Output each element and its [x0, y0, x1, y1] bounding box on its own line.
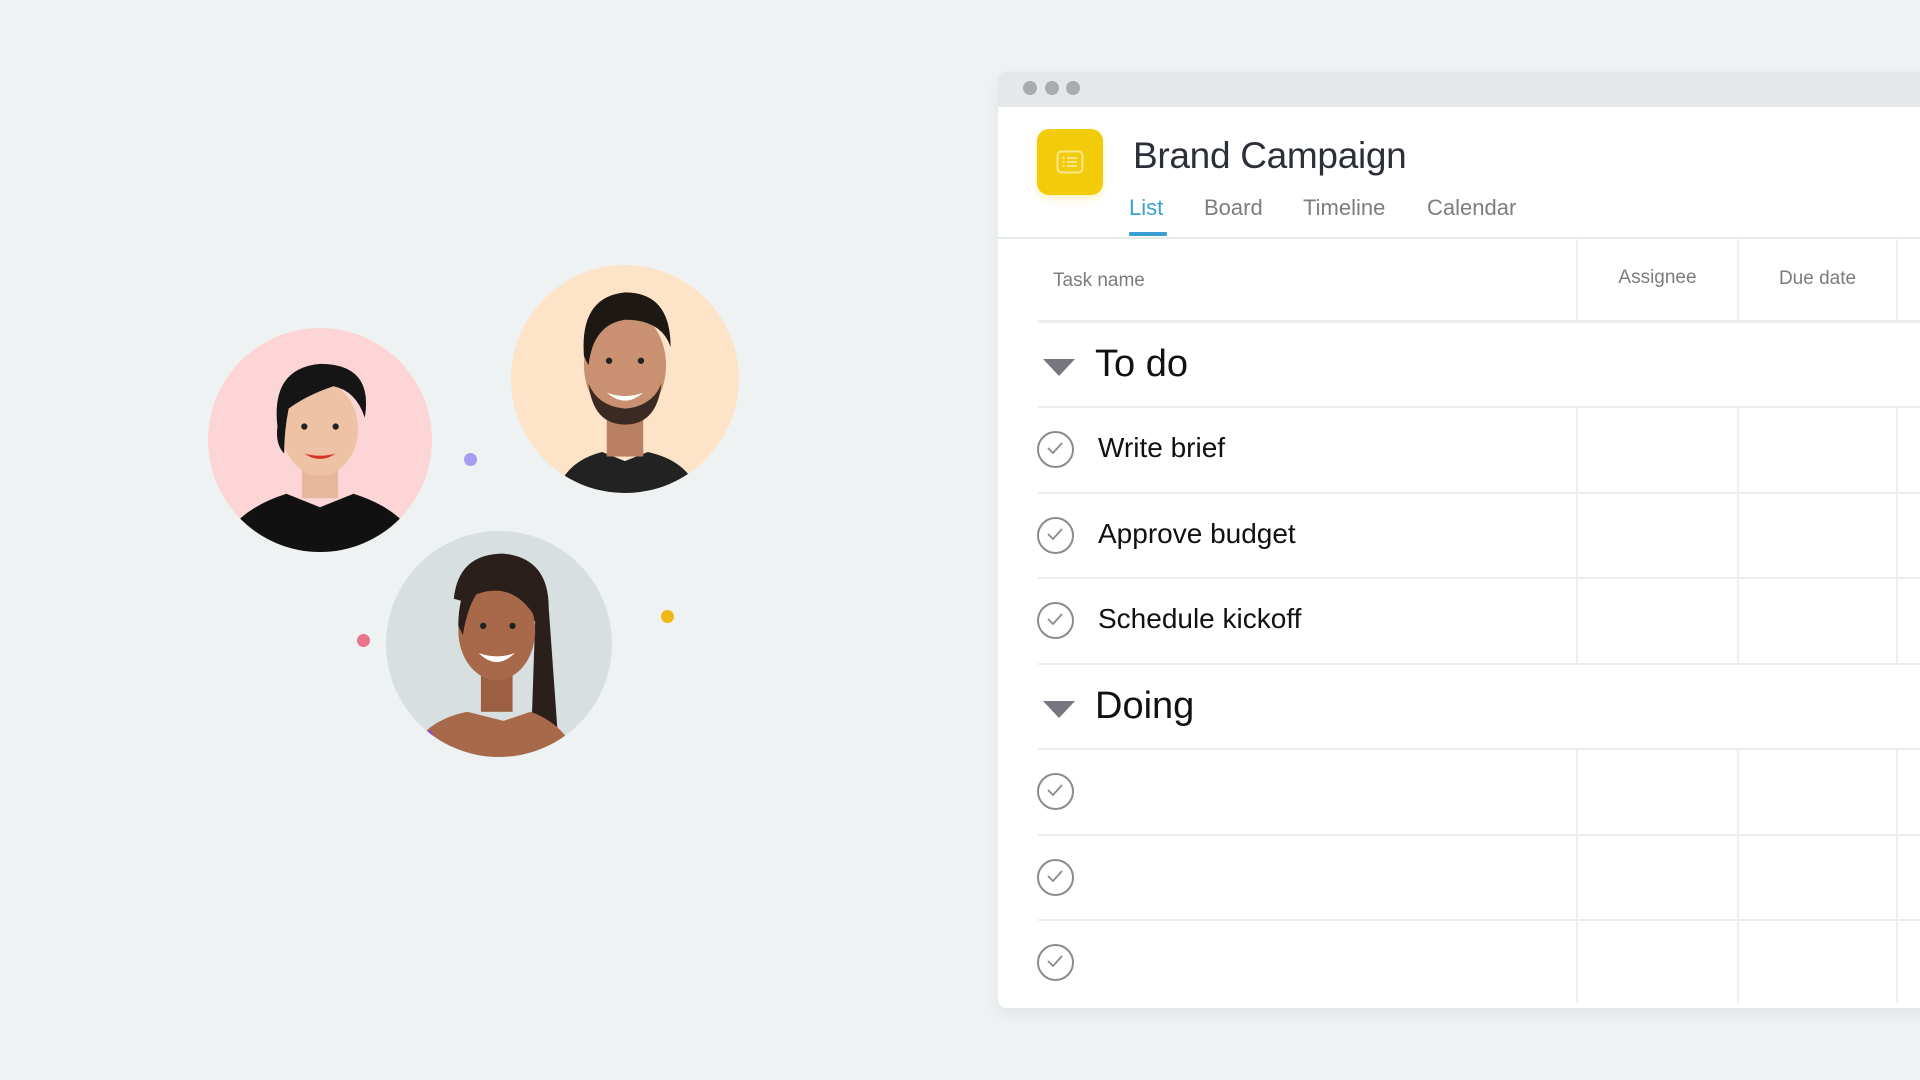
- list-icon: [1056, 150, 1084, 174]
- column-divider: [1737, 749, 1739, 1003]
- task-name[interactable]: Schedule kickoff: [1098, 603, 1301, 635]
- avatar-man-beard: [511, 265, 739, 493]
- person-portrait-icon: [511, 265, 739, 493]
- project-icon: [1037, 129, 1103, 195]
- task-name[interactable]: Write brief: [1098, 432, 1225, 464]
- pink-dot: [357, 634, 370, 647]
- column-divider: [1737, 407, 1739, 663]
- complete-checkbox[interactable]: [1037, 517, 1074, 554]
- column-divider: [1576, 407, 1578, 663]
- project-title: Brand Campaign: [1133, 135, 1407, 176]
- person-portrait-icon: [208, 328, 432, 552]
- task-row[interactable]: [998, 835, 1920, 920]
- complete-checkbox[interactable]: [1037, 431, 1074, 468]
- complete-checkbox[interactable]: [1037, 602, 1074, 639]
- tab-list[interactable]: List: [1129, 195, 1163, 221]
- complete-checkbox[interactable]: [1037, 859, 1074, 896]
- section-header: Doing: [998, 664, 1920, 749]
- task-row[interactable]: Schedule kickoff: [998, 578, 1920, 663]
- section-header: To do: [998, 322, 1920, 407]
- window-control-dot[interactable]: [1023, 81, 1037, 95]
- column-header-task-name[interactable]: Task name: [1053, 270, 1145, 292]
- section-title: To do: [1095, 343, 1188, 385]
- window-control-dot[interactable]: [1066, 81, 1080, 95]
- column-header-due-date[interactable]: Due date: [1739, 268, 1896, 290]
- window-control-dot[interactable]: [1045, 81, 1059, 95]
- section-title: Doing: [1095, 685, 1195, 727]
- column-divider: [1896, 749, 1898, 1003]
- column-divider: [1896, 407, 1898, 663]
- checkmark-icon: [1047, 442, 1063, 454]
- checkmark-icon: [1047, 528, 1063, 540]
- purple-dot: [464, 453, 477, 466]
- checkmark-icon: [1047, 613, 1063, 625]
- collapse-triangle-icon[interactable]: [1043, 701, 1075, 718]
- task-list: Task name Assignee Due date To do Write …: [998, 238, 1920, 1008]
- app-window: Brand Campaign List Board Timeline Calen…: [998, 72, 1920, 1008]
- tab-board[interactable]: Board: [1204, 195, 1263, 221]
- task-row[interactable]: Write brief: [998, 407, 1920, 492]
- checkmark-icon: [1047, 955, 1063, 967]
- person-portrait-icon: [386, 531, 612, 757]
- avatar-woman-short-hair: [208, 328, 432, 552]
- tab-calendar[interactable]: Calendar: [1427, 195, 1516, 221]
- task-row[interactable]: [998, 749, 1920, 834]
- task-row[interactable]: [998, 920, 1920, 1005]
- window-titlebar: [998, 72, 1920, 107]
- complete-checkbox[interactable]: [1037, 944, 1074, 981]
- collapse-triangle-icon[interactable]: [1043, 359, 1075, 376]
- column-divider: [1896, 238, 1898, 320]
- yellow-dot: [661, 610, 674, 623]
- task-name[interactable]: Approve budget: [1098, 518, 1296, 550]
- tab-timeline[interactable]: Timeline: [1303, 195, 1385, 221]
- column-divider: [1576, 749, 1578, 1003]
- active-tab-indicator: [1129, 232, 1167, 236]
- checkmark-icon: [1047, 784, 1063, 796]
- task-row[interactable]: Approve budget: [998, 493, 1920, 578]
- column-header-assignee[interactable]: Assignee: [1578, 267, 1737, 289]
- checkmark-icon: [1047, 870, 1063, 882]
- complete-checkbox[interactable]: [1037, 773, 1074, 810]
- avatar-woman-long-hair: [386, 531, 612, 757]
